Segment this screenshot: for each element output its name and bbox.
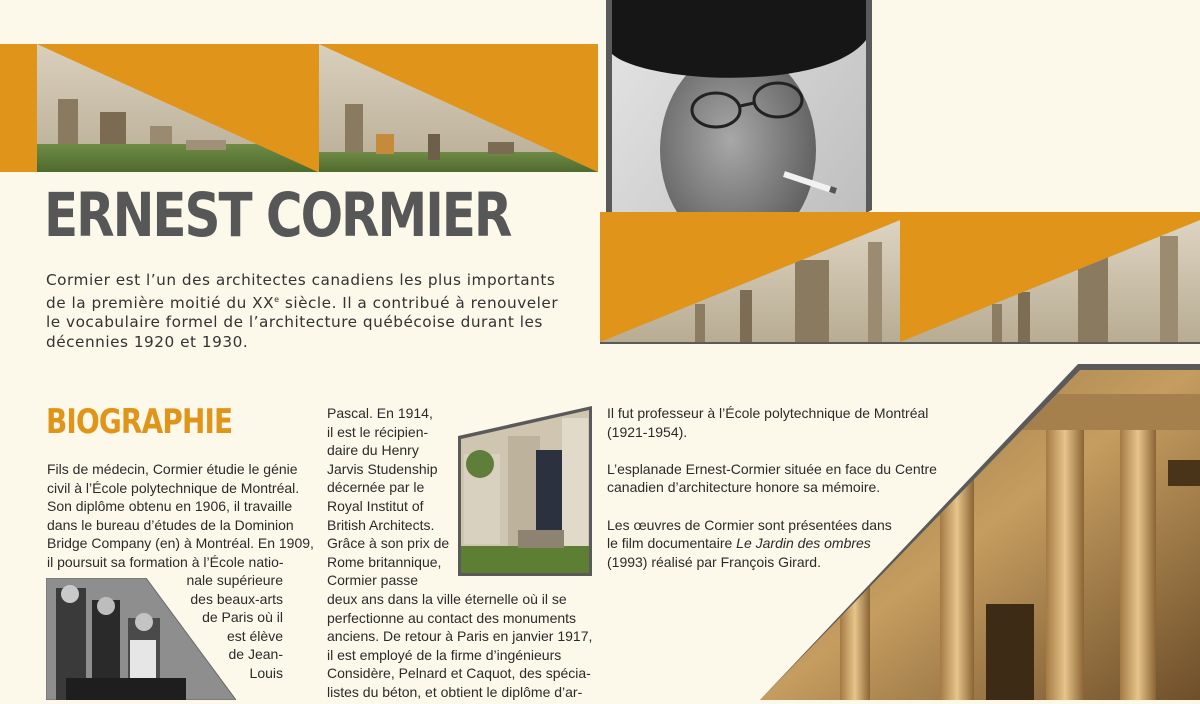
text-line: deux ans dans la ville éternelle où il s… <box>327 591 567 607</box>
text-line: daire du Henry <box>327 442 419 459</box>
text-line: il poursuit sa formation à l’École natio… <box>47 553 284 570</box>
text-line: (1993) réalisé par François Girard. <box>607 553 821 570</box>
top-banner-graphic <box>0 44 598 172</box>
intro-line: le vocabulaire formel de l’architecture … <box>46 313 543 332</box>
text-line: Rome britannique, <box>327 553 442 570</box>
text-line: Fils de médecin, Cormier étudie le génie <box>47 461 298 477</box>
building-strip-graphic <box>600 212 1200 344</box>
text-line: Bridge Company (en) à Montréal. En 1909, <box>47 535 314 552</box>
text-line: L’esplanade Ernest-Cormier située en fac… <box>607 460 937 477</box>
text-fragment: le film documentaire <box>607 535 737 552</box>
paragraph-gap: ​ <box>607 497 937 516</box>
intro-line: de la première moitié du XX <box>46 294 275 313</box>
text-line: décernée par le <box>327 479 425 496</box>
biography-column-1: Fils de médecin, Cormier étudie le génie… <box>47 460 314 572</box>
workshop-photo <box>45 577 237 701</box>
page-title: ERNEST CORMIER <box>44 180 512 251</box>
text-line: il est le récipien- <box>327 423 429 440</box>
text-line: le film documentaire Le Jardin des ombre… <box>607 534 937 553</box>
text-line: Grâce à son prix de <box>327 535 450 552</box>
text-line: Il fut professeur à l’École polytechniqu… <box>607 405 929 421</box>
text-line: Jarvis Studenship <box>327 460 438 477</box>
text-line: Royal Institut of <box>327 497 424 514</box>
text-line: il est employé de la firme d’ingénieurs <box>327 646 562 663</box>
top-banner <box>0 44 598 172</box>
text-line: canadien d’architecture honore sa mémoir… <box>607 479 881 496</box>
workshop-photo-graphic <box>45 577 237 701</box>
intro-line: décennies 1920 et 1930. <box>46 332 249 351</box>
building-strip <box>600 212 1200 344</box>
text-line: British Architects. <box>327 516 435 533</box>
building-detail-photo <box>458 406 592 576</box>
text-line: Les œuvres de Cormier sont présentées da… <box>607 516 892 533</box>
text-line: Considère, Pelnard et Caquot, des spécia… <box>327 665 591 682</box>
text-line: listes du béton, et obtient le diplôme d… <box>327 683 583 700</box>
text-line: perfectionne au contact des monuments <box>327 609 577 626</box>
text-line: anciens. De retour à Paris en janvier 19… <box>327 628 593 645</box>
intro-line: Cormier est l’un des architectes canadie… <box>46 271 556 289</box>
text-line: dans le bureau d’études de la Dominion <box>47 516 294 533</box>
biography-heading: BIOGRAPHIE <box>46 402 233 442</box>
building-detail-graphic <box>458 406 592 576</box>
biography-column-2-top: Pascal. En 1914, il est le récipien-daire… <box>327 404 449 590</box>
text-line: Son diplôme obtenu en 1906, il travaille <box>47 498 293 515</box>
text-line: (1921-1954). <box>607 423 688 440</box>
biography-column-2-bottom: deux ans dans la ville éternelle où il s… <box>327 590 592 702</box>
paragraph-gap: ​ <box>607 441 937 460</box>
text-line: Pascal. En 1914, <box>327 405 433 421</box>
biography-column-3: Il fut professeur à l’École polytechniqu… <box>607 404 937 571</box>
text-line: Cormier passe <box>327 572 419 589</box>
intro-paragraph: Cormier est l’un des architectes canadie… <box>46 271 594 352</box>
text-line: civil à l’École polytechnique de Montréa… <box>47 479 300 496</box>
intro-line: siècle. Il a contribué à renouveler <box>279 294 559 313</box>
film-title: Le Jardin des ombres <box>736 535 871 552</box>
